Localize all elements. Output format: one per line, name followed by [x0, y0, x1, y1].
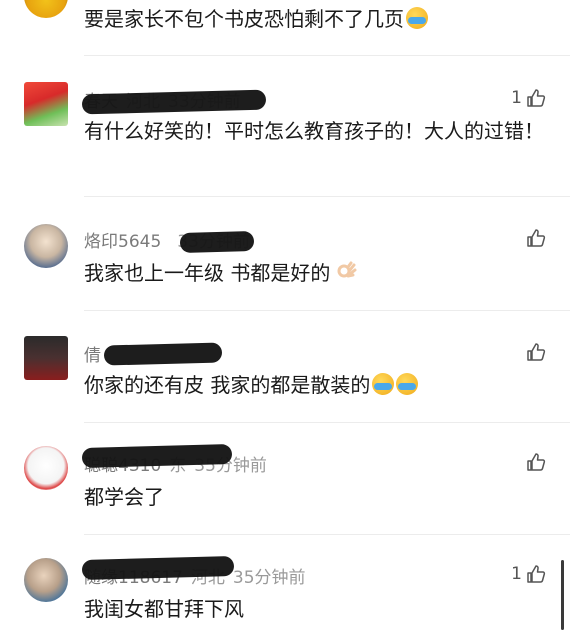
divider [84, 422, 570, 423]
thumbs-up-icon [527, 453, 546, 471]
scrollbar[interactable] [561, 560, 564, 630]
avatar[interactable] [24, 82, 68, 126]
like-button[interactable] [526, 450, 546, 474]
divider [84, 55, 570, 56]
comment-text: 有什么好笑的！平时怎么教育孩子的！大人的过错！ [84, 119, 544, 143]
censor-scribble [179, 231, 255, 253]
like-button[interactable] [526, 226, 546, 250]
censor-scribble [103, 342, 223, 366]
crying-face-emoji-icon [372, 373, 395, 395]
crying-face-emoji-icon [396, 373, 419, 395]
divider [84, 534, 570, 535]
thumbs-up-icon [527, 565, 546, 583]
like-count: 1 [511, 88, 522, 108]
avatar[interactable] [24, 558, 68, 602]
comment-author[interactable]: 烙印5645 [84, 227, 161, 252]
comment-time: 35分钟前 [232, 567, 306, 588]
comment-author[interactable]: 倩 [84, 341, 101, 366]
comment-text: 你家的还有皮 我家的都是散装的 [84, 373, 371, 397]
like-button[interactable]: 1 [511, 86, 546, 110]
ok-hand-emoji-icon [337, 261, 357, 278]
thumbs-up-icon [527, 229, 546, 247]
crying-face-emoji-icon [406, 7, 428, 29]
like-count: 1 [511, 564, 522, 584]
thumbs-up-icon [527, 343, 546, 361]
divider [84, 310, 570, 311]
comment-text: 我家也上一年级 书都是好的 [84, 261, 331, 285]
like-button[interactable] [526, 340, 546, 364]
avatar[interactable] [24, 224, 68, 268]
avatar[interactable] [24, 336, 68, 380]
comment-text: 都学会了 [84, 485, 164, 509]
comment-text: 我闺女都甘拜下风 [84, 597, 244, 621]
censor-scribble [81, 556, 235, 580]
avatar[interactable] [24, 446, 68, 490]
censor-scribble [81, 444, 233, 468]
avatar[interactable] [24, 0, 68, 18]
divider [84, 196, 570, 197]
like-button[interactable]: 1 [511, 562, 546, 586]
comment-text: 要是家长不包个书皮恐怕剩不了几页 [84, 7, 404, 31]
thumbs-up-icon [527, 89, 546, 107]
